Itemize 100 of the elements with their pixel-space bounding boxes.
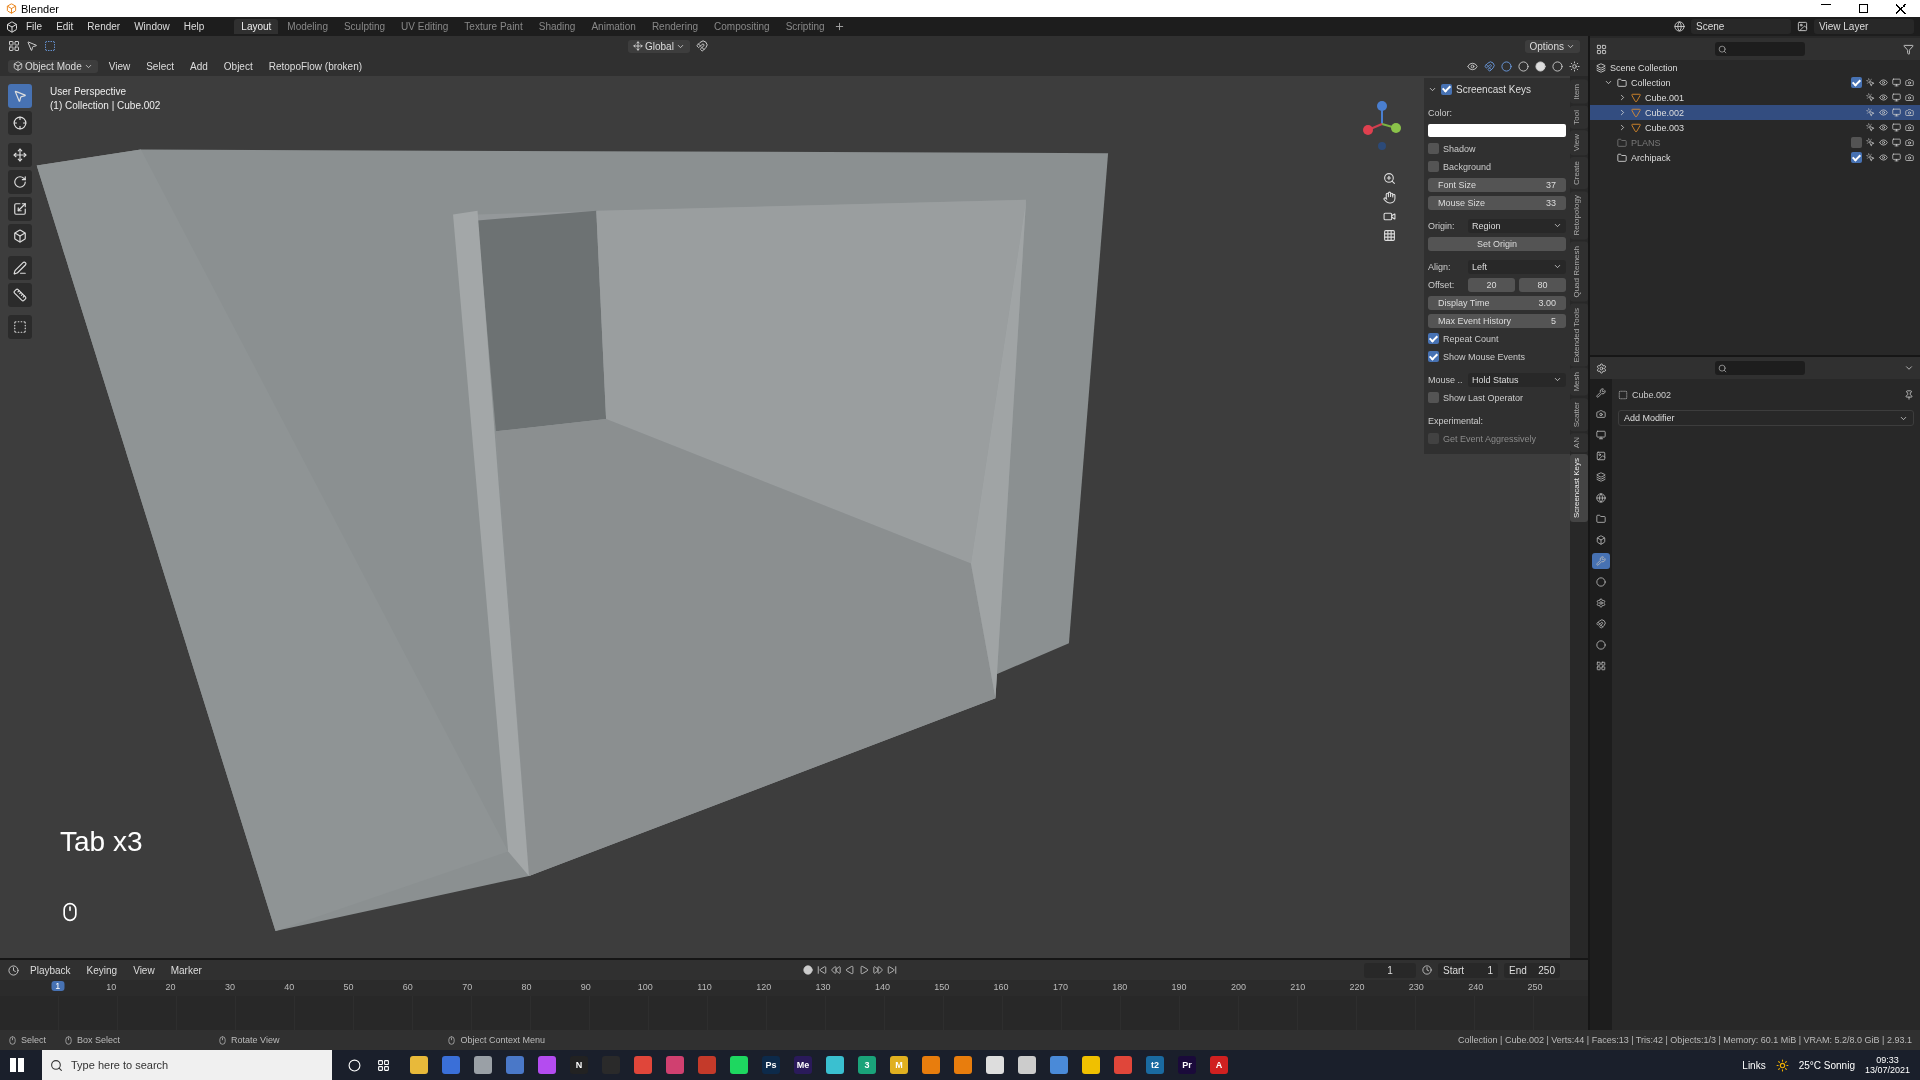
clock-date[interactable]: 13/07/2021 [1864, 1065, 1910, 1075]
sidebar-tab[interactable]: Quad Remesh [1570, 241, 1588, 302]
outliner-row[interactable]: Cube.003 [1590, 120, 1920, 135]
sidebar-tab[interactable]: Create [1570, 157, 1588, 190]
dropdown[interactable]: Left [1468, 259, 1566, 274]
sidebar-tab[interactable]: Retopology [1570, 191, 1588, 240]
monitor-icon[interactable] [1892, 78, 1901, 87]
number-field[interactable]: Display Time 3.00 [1428, 295, 1566, 310]
pan-hand-icon[interactable] [1383, 191, 1396, 204]
next-keyframe-icon[interactable] [872, 965, 883, 975]
tool-button[interactable] [8, 170, 32, 194]
play-reverse-icon[interactable] [844, 965, 855, 975]
eye-icon[interactable] [1879, 93, 1888, 102]
taskbar-app-icon[interactable]: Ps [762, 1056, 780, 1074]
sidebar-tab[interactable]: Screencast Keys [1570, 454, 1588, 523]
render-shading-icon[interactable] [1569, 60, 1580, 72]
workspace-tab[interactable]: Texture Paint [457, 19, 530, 34]
camera-icon[interactable] [1905, 108, 1914, 117]
menu-item[interactable]: Render [81, 20, 127, 33]
jump-start-icon[interactable] [816, 965, 827, 975]
viewport-menu[interactable]: RetopoFlow (broken) [263, 59, 368, 73]
timeline-menu[interactable]: Playback [25, 963, 76, 977]
pointer-icon[interactable] [1866, 153, 1875, 162]
viewport-menu[interactable]: Object [218, 59, 258, 73]
axis-gizmo-icon[interactable] [1362, 100, 1402, 152]
scene-field[interactable]: Scene [1691, 19, 1791, 34]
eye-icon[interactable] [1879, 153, 1888, 162]
pointer-icon[interactable] [1866, 123, 1875, 132]
eye-icon[interactable] [1879, 78, 1888, 87]
view-layer-icon[interactable] [1797, 21, 1808, 32]
sidebar-tab[interactable]: View [1570, 130, 1588, 156]
snap-icon[interactable] [695, 40, 708, 52]
outliner-row[interactable]: Collection [1590, 75, 1920, 90]
maximize-icon[interactable] [1859, 3, 1868, 13]
tool-button[interactable] [8, 224, 32, 248]
checkbox[interactable] [1428, 143, 1439, 154]
camera-icon[interactable] [1905, 153, 1914, 162]
solid-shading-icon[interactable] [1535, 60, 1546, 72]
pointer-icon[interactable] [1866, 108, 1875, 117]
checkbox[interactable] [1851, 77, 1862, 88]
mode-dropdown[interactable]: Object Mode [8, 59, 98, 73]
monitor-icon[interactable] [1892, 123, 1901, 132]
viewport-menu[interactable]: Select [141, 59, 179, 73]
tool-button[interactable] [8, 143, 32, 167]
clock-time[interactable]: 09:33 [1876, 1055, 1899, 1065]
pointer-icon[interactable] [1866, 138, 1875, 147]
outliner-row[interactable]: Cube.002 [1590, 105, 1920, 120]
taskbar-app-icon[interactable]: Pr [1178, 1056, 1196, 1074]
task-view-icon[interactable] [377, 1058, 390, 1072]
menu-item[interactable]: Edit [50, 20, 80, 33]
monitor-icon[interactable] [1892, 138, 1901, 147]
current-frame-field[interactable]: 1 [1364, 962, 1416, 978]
tool-button[interactable] [8, 283, 32, 307]
pointer-icon[interactable] [1866, 93, 1875, 102]
select-mode-icon[interactable] [26, 40, 38, 52]
outliner-search-field[interactable] [1715, 42, 1805, 56]
monitor-icon[interactable] [1892, 93, 1901, 102]
checkbox[interactable] [1428, 392, 1439, 403]
viewport-menu[interactable]: Add [185, 59, 213, 73]
number-field[interactable]: Mouse Size 33 [1428, 195, 1566, 210]
color-field[interactable] [1428, 124, 1566, 137]
material-shading-icon[interactable] [1552, 60, 1563, 72]
scene-icon[interactable] [1674, 21, 1685, 32]
checkbox[interactable] [1428, 161, 1439, 172]
sidebar-tab[interactable]: AN [1570, 433, 1588, 453]
wireframe-shading-icon[interactable] [1518, 60, 1529, 72]
record-icon[interactable] [802, 965, 813, 975]
workspace-tab[interactable]: Layout [234, 19, 279, 34]
dropdown[interactable]: Hold Status [1468, 372, 1566, 387]
display-mode-icon[interactable] [1596, 43, 1607, 55]
sidebar-tab[interactable]: Item [1570, 80, 1588, 104]
clock-icon[interactable] [1422, 965, 1432, 975]
camera-icon[interactable] [1905, 138, 1914, 147]
checkbox[interactable] [1851, 137, 1862, 148]
outliner-row[interactable]: Cube.001 [1590, 90, 1920, 105]
tool-button[interactable] [8, 315, 32, 339]
camera-view-icon[interactable] [1383, 210, 1396, 223]
add-modifier-dropdown[interactable]: Add Modifier [1618, 410, 1914, 426]
workspace-tab[interactable]: Rendering [644, 19, 706, 34]
tool-button[interactable] [8, 111, 32, 135]
properties-search-field[interactable] [1715, 361, 1805, 375]
options-dropdown[interactable]: Options [1524, 39, 1580, 53]
outliner-row[interactable]: Archipack [1590, 150, 1920, 165]
taskbar-app-icon[interactable]: A [1210, 1056, 1228, 1074]
playhead[interactable]: 1 [51, 981, 65, 991]
filter-icon[interactable] [1903, 43, 1914, 55]
timeline-menu[interactable]: Keying [81, 963, 123, 977]
tool-button[interactable] [8, 256, 32, 280]
editor-type-icon[interactable] [1596, 362, 1607, 374]
frame-ruler[interactable]: 1 10 20 30 40 50 60 70 80 90 100 110 120 130 140 150 160 170 180 190 200 210 220 230 240 250 [0, 980, 1588, 996]
checkbox[interactable] [1441, 83, 1452, 95]
menu-item[interactable]: Window [128, 20, 176, 33]
visibility-icon[interactable] [1467, 60, 1478, 72]
checkbox[interactable] [1851, 152, 1862, 163]
number-field[interactable]: Max Event History 5 [1428, 313, 1566, 328]
viewport-menu[interactable]: View [103, 59, 136, 73]
outliner-root[interactable]: Scene Collection [1610, 62, 1678, 73]
sidebar-tab[interactable]: Scatter [1570, 397, 1588, 431]
taskbar-app-icon[interactable]: Me [794, 1056, 812, 1074]
eye-icon[interactable] [1879, 123, 1888, 132]
